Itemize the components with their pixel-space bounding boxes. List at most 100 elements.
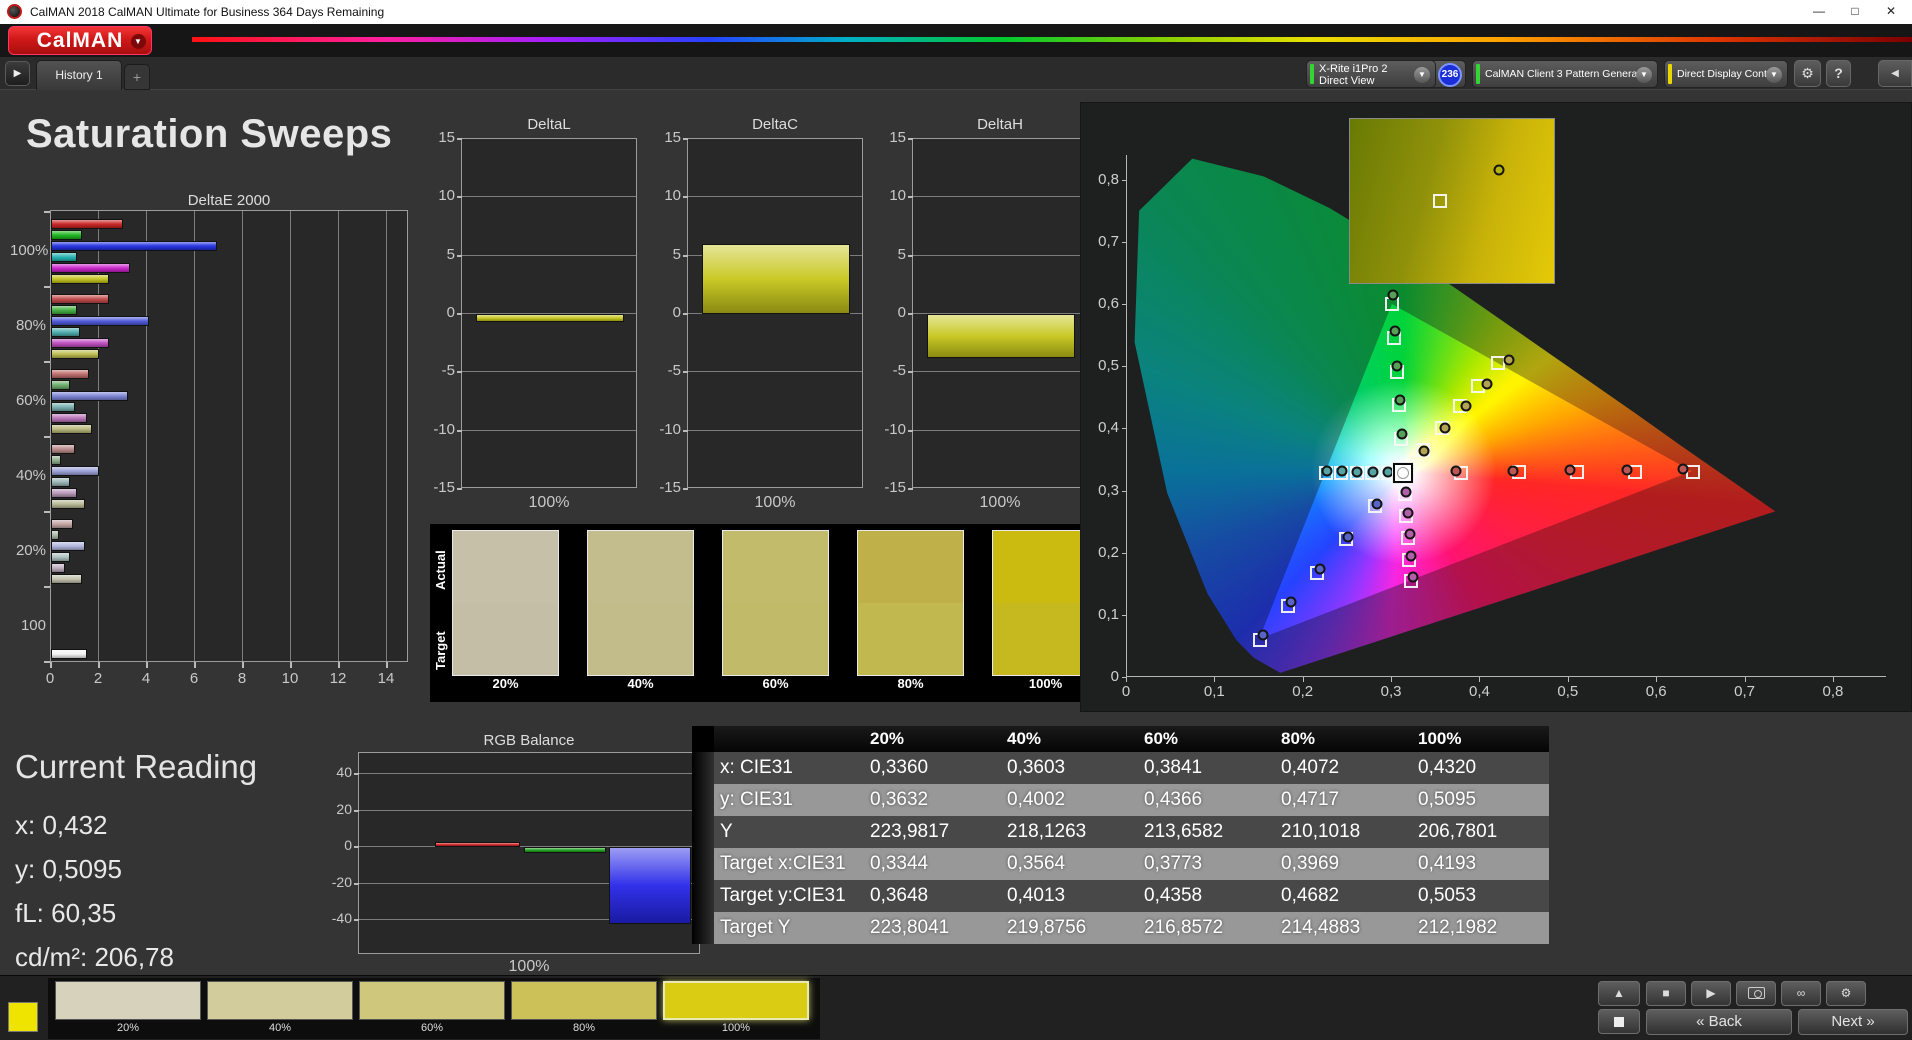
table-cell: 223,9817 <box>864 816 1001 848</box>
swatch-target <box>588 603 693 675</box>
display-dropdown[interactable]: Direct Display Control ▼ <box>1664 60 1788 88</box>
pattern-window-button[interactable] <box>1598 1009 1640 1034</box>
cie-measured-circle-red <box>1677 463 1689 475</box>
table-cell: 0,5095 <box>1412 784 1549 816</box>
cie-measured-circle-blue <box>1342 531 1354 543</box>
x-category-label: 100% <box>754 494 796 511</box>
row-label: y: CIE31 <box>714 784 864 816</box>
cie-x-tick-label: 0,2 <box>1292 683 1314 700</box>
cie-x-tick-label: 0,3 <box>1380 683 1402 700</box>
axis-tick <box>1391 677 1393 682</box>
calman-menu-button[interactable]: CalMAN ▼ <box>8 26 152 55</box>
axis-tick <box>908 254 913 257</box>
pattern-level-button-20%[interactable]: 20% <box>55 981 201 1036</box>
add-tab-button[interactable]: + <box>124 64 150 90</box>
table-row: Target x:CIE31 0,3344 0,3564 0,3773 0,3969 0,… <box>692 848 1549 880</box>
pattern-level-button-80%[interactable]: 80% <box>511 981 657 1036</box>
back-button[interactable]: « Back <box>1646 1009 1792 1035</box>
rgb-balance-chart: RGB Balance 40 20 0 -20 -40 100% <box>330 728 716 975</box>
deltal-chart: DeltaL 15 10 5 0 -5 -10 -15 100% <box>431 108 639 520</box>
source-dropdown[interactable]: CalMAN Client 3 Pattern Generator ▼ <box>1472 60 1658 88</box>
axis-tick <box>290 662 292 668</box>
deltaC-frame <box>687 138 863 488</box>
maximize-button[interactable]: □ <box>1838 0 1872 24</box>
gridline <box>290 211 291 661</box>
gridline <box>688 196 862 198</box>
table-cell: 0,5053 <box>1412 880 1549 912</box>
cie-x-tick-label: 0,1 <box>1203 683 1225 700</box>
y-tick-label: 40 <box>336 764 352 780</box>
deltae-title: DeltaE 2000 <box>187 192 271 209</box>
deltae-bar-80%-red <box>51 294 109 304</box>
minimize-button[interactable]: — <box>1802 0 1836 24</box>
deltae-bar-40%-cyan <box>51 477 71 487</box>
cie-x-tick-label: 0,5 <box>1557 683 1579 700</box>
deltaL-title: DeltaL <box>527 116 571 133</box>
deltae2000-chart: DeltaE 2000 100% 80% 60% 40% 20% 100 0 2 4 6 8 10 12 1… <box>10 192 422 697</box>
patch-strip: 20% 40% 60% 80% 100% <box>48 978 820 1039</box>
rgb-balance-title: RGB Balance <box>483 732 575 749</box>
cie-measured-circle-cyan <box>1321 465 1333 477</box>
table-header-100%: 100% <box>1412 726 1549 752</box>
nav-arrow-button[interactable]: ▶ <box>5 61 30 86</box>
axis-tick <box>457 254 462 257</box>
axis-tick <box>354 809 359 812</box>
row-label: Target y:CIE31 <box>714 880 864 912</box>
meter-line2: Direct View <box>1319 75 1375 87</box>
row-strip <box>692 816 714 848</box>
deltae-bar-80%-cyan <box>51 327 80 337</box>
y-tick-label: -10 <box>659 420 681 438</box>
deltae-bar-60%-red <box>51 369 90 379</box>
table-cell: 0,4682 <box>1275 880 1412 912</box>
x-category-label: 100% <box>508 958 550 975</box>
row-strip <box>692 880 714 912</box>
cie-y-tick-label: 0,8 <box>1098 170 1119 188</box>
y-tick-label: -5 <box>667 362 681 380</box>
pattern-level-button-100%[interactable]: 100% <box>663 981 809 1036</box>
camera-button[interactable] <box>1736 981 1776 1006</box>
help-button[interactable]: ? <box>1826 60 1851 87</box>
pattern-preview-swatch[interactable] <box>8 1002 38 1032</box>
tab-history[interactable]: History 1 <box>36 60 122 90</box>
close-button[interactable]: ✕ <box>1874 0 1908 24</box>
pattern-level-button-40%[interactable]: 40% <box>207 981 353 1036</box>
meter-dropdown[interactable]: X-Rite i1Pro 2 Direct View ▼ <box>1306 60 1436 88</box>
pattern-up-button[interactable]: ▲ <box>1598 981 1640 1006</box>
next-button[interactable]: Next » <box>1798 1009 1908 1035</box>
infinity-button[interactable]: ∞ <box>1781 981 1821 1006</box>
axis-tick <box>354 846 359 849</box>
y-tick-label: -5 <box>892 362 906 380</box>
gridline <box>386 211 387 661</box>
y-tick-label: -10 <box>433 420 455 438</box>
current-reading: Current Reading x: 0,432 y: 0,5095 fL: 6… <box>15 748 335 972</box>
axis-tick <box>44 436 50 438</box>
table-cell: 0,3648 <box>864 880 1001 912</box>
meter-badge[interactable]: 236 <box>1438 63 1462 87</box>
chevron-down-icon: ▼ <box>1766 67 1782 83</box>
cie-y-tick-label: 0,7 <box>1098 233 1119 250</box>
cie-measured-circle-yellow <box>1481 378 1493 390</box>
axis-tick <box>908 138 913 140</box>
stop-button[interactable]: ■ <box>1646 981 1686 1006</box>
gridline <box>194 211 195 661</box>
table-cell: 0,4002 <box>1001 784 1138 816</box>
deltae-bar-100%-red <box>51 219 123 229</box>
axis-tick <box>1122 490 1127 492</box>
axis-tick <box>1122 366 1127 368</box>
row-label: Y <box>714 816 864 848</box>
axis-tick <box>908 429 913 432</box>
cie-measured-circle-cyan <box>1351 466 1363 478</box>
pattern-level-button-60%[interactable]: 60% <box>359 981 505 1036</box>
gear-button[interactable]: ⚙ <box>1826 981 1866 1006</box>
cie-y-tick-label: 0,4 <box>1098 419 1119 437</box>
deltaH-bar <box>927 314 1075 359</box>
deltae-bar-60%-blue <box>51 391 128 401</box>
deltae-frame <box>50 210 408 662</box>
collapse-panel-button[interactable]: ◀ <box>1878 60 1912 87</box>
patch-color <box>511 981 657 1020</box>
settings-gear-button[interactable]: ⚙ <box>1794 60 1821 87</box>
play-button[interactable]: ▶ <box>1691 981 1731 1006</box>
cie-measured-circle-green <box>1396 428 1408 440</box>
swatch-actual <box>588 531 693 603</box>
chevron-down-icon: ▼ <box>1636 67 1652 83</box>
